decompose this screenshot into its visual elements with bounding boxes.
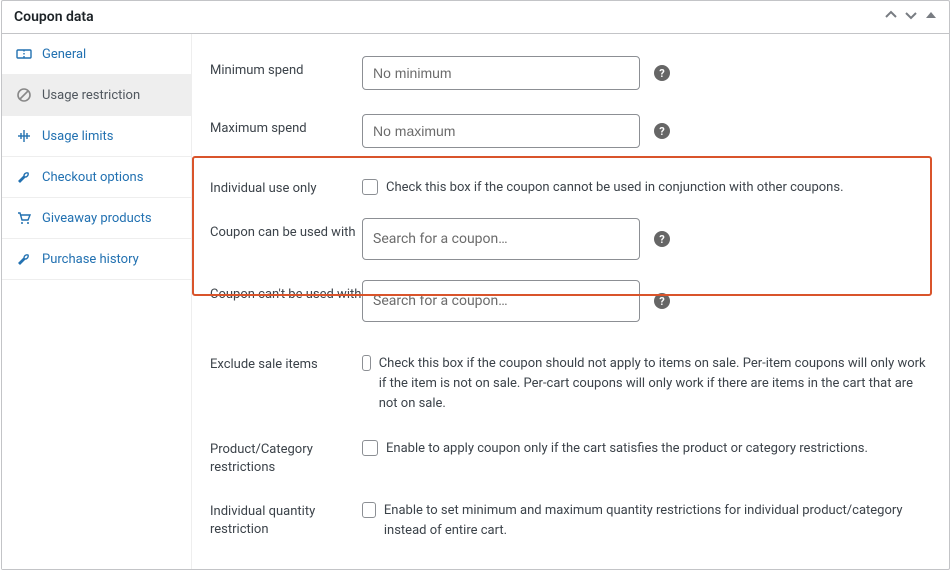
field-label: Coupon can't be used with: [210, 280, 362, 304]
help-icon[interactable]: ?: [654, 123, 670, 139]
panel-header: Coupon data: [2, 1, 949, 34]
coupon-cant-search-input[interactable]: Search for a coupon…: [362, 280, 640, 322]
block-icon: [16, 87, 32, 103]
panel-controls: [885, 9, 937, 25]
sidebar-item-label: Usage limits: [42, 129, 113, 144]
field-product-category-restrictions: Product/Category restrictions Enable to …: [210, 425, 931, 487]
field-coupon-cant-be-used-with: Coupon can't be used with Search for a c…: [210, 270, 931, 332]
checkbox-description: Enable to set minimum and maximum quanti…: [384, 501, 931, 541]
sidebar-item-purchase-history[interactable]: Purchase history: [2, 239, 191, 280]
field-label: Minimum spend: [210, 56, 362, 80]
move-up-icon[interactable]: [885, 9, 897, 25]
field-label: Product/Category restrictions: [210, 435, 362, 477]
product-category-restrictions-checkbox[interactable]: [362, 440, 378, 456]
sidebar-item-label: Usage restriction: [42, 88, 140, 103]
wrench-icon: [16, 169, 32, 185]
exclude-sale-checkbox[interactable]: [362, 355, 371, 371]
maximum-spend-input[interactable]: [362, 114, 640, 148]
field-label: Exclude sale items: [210, 350, 362, 374]
sidebar-item-label: Checkout options: [42, 170, 143, 185]
checkbox-description: Check this box if the coupon cannot be u…: [386, 178, 844, 198]
individual-use-checkbox[interactable]: [362, 179, 378, 195]
coupon-can-search-input[interactable]: Search for a coupon…: [362, 218, 640, 260]
minimum-spend-input[interactable]: [362, 56, 640, 90]
field-label: Individual use only: [210, 174, 362, 198]
sidebar-item-label: Purchase history: [42, 252, 139, 267]
field-exclude-sale-items: Exclude sale items Check this box if the…: [210, 340, 931, 424]
sidebar-item-label: General: [42, 47, 86, 62]
field-label: Individual quantity restriction: [210, 497, 362, 539]
field-minimum-spend: Minimum spend ?: [210, 48, 931, 106]
field-individual-use: Individual use only Check this box if th…: [210, 164, 931, 208]
checkbox-description: Enable to apply coupon only if the cart …: [386, 439, 868, 459]
field-individual-quantity-restriction: Individual quantity restriction Enable t…: [210, 487, 931, 551]
panel-body: General Usage restriction Usage limits C…: [2, 34, 949, 569]
field-label: Maximum spend: [210, 114, 362, 138]
field-label: Coupon can be used with: [210, 218, 362, 242]
sidebar-item-general[interactable]: General: [2, 34, 191, 75]
help-icon[interactable]: ?: [654, 293, 670, 309]
move-down-icon[interactable]: [905, 9, 917, 25]
sidebar-item-usage-limits[interactable]: Usage limits: [2, 116, 191, 157]
sidebar-item-label: Giveaway products: [42, 211, 152, 226]
field-coupon-can-be-used-with: Coupon can be used with Search for a cou…: [210, 208, 931, 270]
cart-icon: [16, 210, 32, 226]
help-icon[interactable]: ?: [654, 65, 670, 81]
wrench-icon: [16, 251, 32, 267]
limits-icon: [16, 128, 32, 144]
panel-title: Coupon data: [14, 9, 94, 25]
content-area: Minimum spend ? Maximum spend ? Individu…: [192, 34, 949, 569]
help-icon[interactable]: ?: [654, 231, 670, 247]
sidebar-item-giveaway-products[interactable]: Giveaway products: [2, 198, 191, 239]
checkbox-description: Check this box if the coupon should not …: [379, 354, 931, 414]
sidebar: General Usage restriction Usage limits C…: [2, 34, 192, 569]
field-maximum-spend: Maximum spend ?: [210, 106, 931, 164]
sidebar-item-checkout-options[interactable]: Checkout options: [2, 157, 191, 198]
toggle-icon[interactable]: [925, 9, 937, 25]
ticket-icon: [16, 46, 32, 62]
sidebar-item-usage-restriction[interactable]: Usage restriction: [2, 75, 191, 116]
coupon-data-panel: Coupon data General: [1, 0, 950, 570]
individual-quantity-restriction-checkbox[interactable]: [362, 502, 376, 518]
